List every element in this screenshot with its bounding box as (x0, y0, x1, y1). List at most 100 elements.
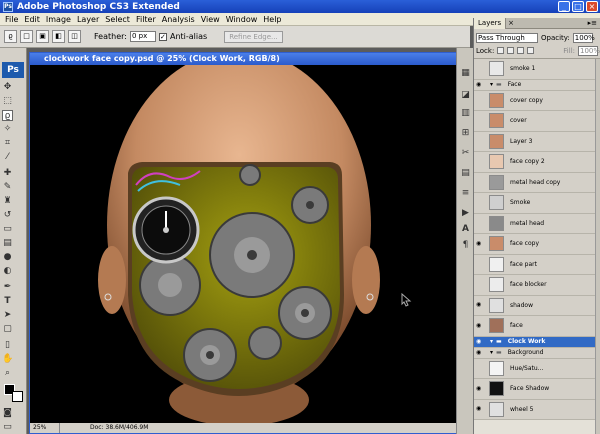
swatches-panel-icon[interactable]: ▥ (460, 108, 471, 119)
layer-row[interactable]: ◉ shadow (474, 295, 595, 316)
gradient-tool-icon[interactable]: ▤ (2, 238, 13, 249)
visibility-eye-icon[interactable] (476, 117, 484, 125)
notes-tool-icon[interactable]: ▯ (2, 340, 13, 351)
menu-window[interactable]: Window (223, 15, 261, 24)
opacity-input[interactable]: 100% (572, 32, 595, 43)
visibility-eye-icon[interactable] (476, 260, 484, 268)
disclosure-triangle-icon[interactable]: ▾ (490, 338, 493, 345)
menu-filter[interactable]: Filter (133, 15, 159, 24)
history-brush-tool-icon[interactable]: ↺ (2, 210, 13, 221)
visibility-eye-icon[interactable]: ◉ (476, 240, 484, 248)
eraser-tool-icon[interactable]: ▭ (2, 224, 13, 235)
screen-mode-icon[interactable]: ▭ (2, 422, 13, 433)
visibility-eye-icon[interactable]: ◉ (476, 322, 484, 330)
history-panel-icon[interactable]: ≡ (460, 188, 471, 199)
magic-wand-tool-icon[interactable]: ✧ (2, 124, 13, 135)
menu-image[interactable]: Image (43, 15, 74, 24)
move-tool-icon[interactable]: ✥ (2, 82, 13, 93)
antialias-checkbox[interactable]: ✓ (158, 32, 167, 41)
layer-group-row[interactable]: ◉ ▾ ▬ Face (474, 79, 595, 91)
paragraph-panel-icon[interactable]: ¶ (460, 240, 471, 251)
layer-row[interactable]: Smoke (474, 193, 595, 214)
layers-scrollbar[interactable] (595, 59, 600, 434)
pen-tool-icon[interactable]: ✒ (2, 282, 13, 293)
tool-presets-icon[interactable]: ✂ (460, 148, 471, 159)
lock-position-icon[interactable] (517, 47, 525, 54)
layer-group-row[interactable]: ◉ ▾ ▬ Clock Work (474, 336, 595, 348)
adjustments-icon[interactable]: ▤ (460, 168, 471, 179)
hand-tool-icon[interactable]: ✋ (2, 354, 13, 365)
visibility-eye-icon[interactable]: ◉ (476, 81, 484, 89)
lasso-tool-icon[interactable]: ϱ (2, 110, 13, 121)
menu-view[interactable]: View (198, 15, 223, 24)
layer-row[interactable]: cover copy (474, 90, 595, 111)
menu-help[interactable]: Help (260, 15, 284, 24)
path-selection-tool-icon[interactable]: ➤ (2, 310, 13, 321)
visibility-eye-icon[interactable] (476, 96, 484, 104)
layer-row[interactable]: ◉ face (474, 316, 595, 337)
menu-layer[interactable]: Layer (74, 15, 102, 24)
visibility-eye-icon[interactable] (476, 219, 484, 227)
visibility-eye-icon[interactable] (476, 364, 484, 372)
layers-tab[interactable]: Layers (474, 17, 507, 29)
minimize-icon[interactable]: _ (558, 1, 570, 12)
layer-row[interactable]: face part (474, 254, 595, 275)
eyedropper-tool-icon[interactable]: ⁄ (2, 152, 13, 163)
document-canvas[interactable] (30, 65, 456, 423)
character-panel-icon[interactable]: A (460, 224, 471, 235)
visibility-eye-icon[interactable]: ◉ (476, 405, 484, 413)
refine-edge-button[interactable]: Refine Edge... (224, 30, 283, 43)
disclosure-triangle-icon[interactable]: ▾ (490, 81, 493, 88)
subtract-selection-icon[interactable]: ◧ (52, 30, 65, 43)
styles-panel-icon[interactable]: ⊞ (460, 128, 471, 139)
lasso-tool-preset-icon[interactable]: ϱ (4, 30, 17, 43)
disclosure-triangle-icon[interactable]: ▾ (490, 349, 493, 356)
visibility-eye-icon[interactable] (476, 178, 484, 186)
visibility-eye-icon[interactable]: ◉ (476, 385, 484, 393)
new-selection-icon[interactable]: □ (20, 30, 33, 43)
panel-menu-icon[interactable]: ▸≡ (588, 19, 597, 27)
visibility-eye-icon[interactable]: ◉ (476, 338, 484, 346)
feather-input[interactable]: 0 px (129, 31, 156, 42)
visibility-eye-icon[interactable] (476, 65, 484, 73)
zoom-tool-icon[interactable]: ⌕ (2, 368, 13, 379)
menu-analysis[interactable]: Analysis (159, 15, 198, 24)
visibility-eye-icon[interactable]: ◉ (476, 301, 484, 309)
visibility-eye-icon[interactable]: ◉ (476, 349, 484, 357)
dodge-tool-icon[interactable]: ◐ (2, 266, 13, 277)
navigator-panel-icon[interactable]: ▦ (460, 68, 471, 79)
zoom-level[interactable]: 25% (30, 423, 60, 433)
layer-row[interactable]: cover (474, 111, 595, 132)
layer-group-row[interactable]: ◉ ▾ ▬ Background (474, 347, 595, 359)
menu-edit[interactable]: Edit (21, 15, 43, 24)
color-panel-icon[interactable]: ◪ (460, 90, 471, 101)
layer-row[interactable]: face copy 2 (474, 152, 595, 173)
shape-tool-icon[interactable]: ▢ (2, 324, 13, 335)
background-color-swatch[interactable] (12, 391, 23, 402)
type-tool-icon[interactable]: T (2, 296, 13, 307)
visibility-eye-icon[interactable] (476, 199, 484, 207)
brush-tool-icon[interactable]: ✎ (2, 182, 13, 193)
layer-row[interactable]: ◉ face copy (474, 234, 595, 255)
lock-image-icon[interactable] (507, 47, 515, 54)
crop-tool-icon[interactable]: ⌗ (2, 138, 13, 149)
visibility-eye-icon[interactable] (476, 281, 484, 289)
marquee-tool-icon[interactable]: ⬚ (2, 96, 13, 107)
layer-row[interactable]: Hue/Satu... (474, 358, 595, 379)
intersect-selection-icon[interactable]: ◫ (68, 30, 81, 43)
actions-panel-icon[interactable]: ▶ (460, 208, 471, 219)
close-tab-icon[interactable]: × (508, 19, 514, 27)
menu-select[interactable]: Select (102, 15, 133, 24)
layer-row[interactable]: smoke 1 (474, 59, 595, 80)
menu-file[interactable]: File (2, 15, 21, 24)
lock-all-icon[interactable] (527, 47, 535, 54)
add-selection-icon[interactable]: ▣ (36, 30, 49, 43)
layer-row[interactable]: metal head (474, 213, 595, 234)
visibility-eye-icon[interactable] (476, 137, 484, 145)
blend-mode-select[interactable]: Pass Through (476, 32, 538, 43)
layer-row[interactable]: metal head copy (474, 172, 595, 193)
layer-row[interactable]: ◉ Face Shadow (474, 379, 595, 400)
blur-tool-icon[interactable]: ● (2, 252, 13, 263)
close-icon[interactable]: × (586, 1, 598, 12)
lock-transparency-icon[interactable] (497, 47, 505, 54)
